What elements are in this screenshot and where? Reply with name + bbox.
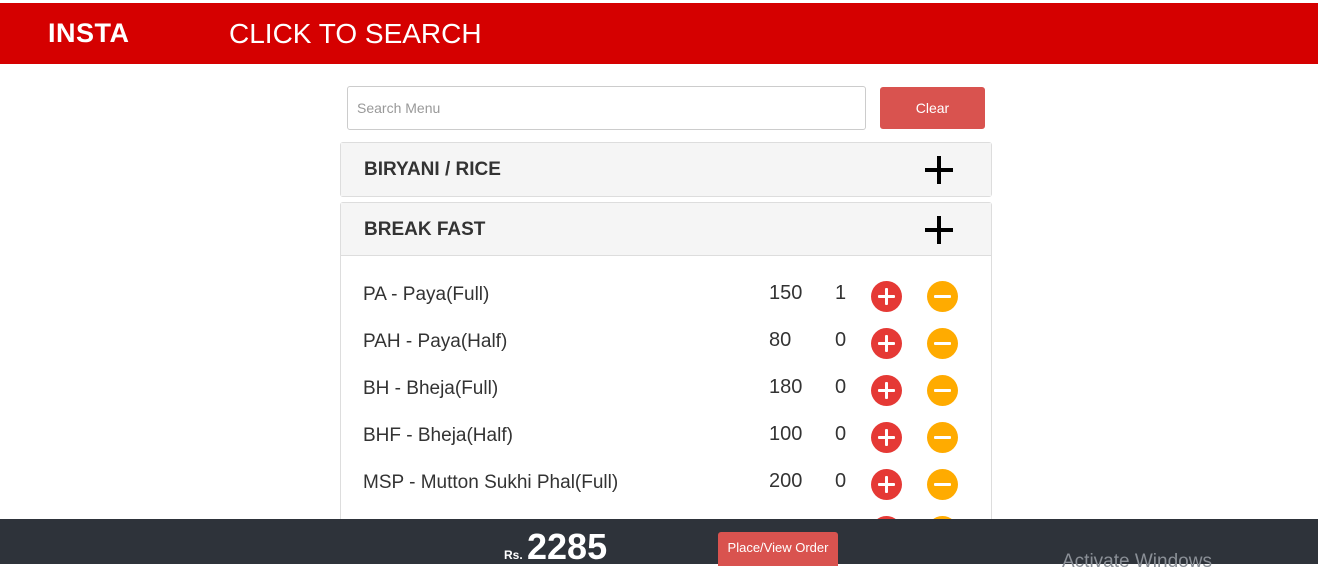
remove-item-minus-icon[interactable] xyxy=(927,328,958,359)
remove-item-minus-icon[interactable] xyxy=(927,422,958,453)
brand-logo[interactable]: INSTA xyxy=(48,3,130,64)
category-header[interactable]: BREAK FAST xyxy=(341,203,991,256)
item-price: 150 xyxy=(769,282,803,304)
item-price: 200 xyxy=(769,470,803,492)
remove-item-minus-icon[interactable] xyxy=(927,375,958,406)
menu-item-row: PA - Paya(Full) 150 1 xyxy=(341,276,991,316)
add-item-plus-icon[interactable] xyxy=(871,328,902,359)
item-quantity: 0 xyxy=(835,423,847,445)
item-name: BH - Bheja(Full) xyxy=(363,378,499,399)
category-panel-biryani-rice: BIRYANI / RICE xyxy=(340,142,992,197)
place-view-order-button[interactable]: Place/View Order xyxy=(718,532,838,566)
menu-item-row: BH - Bheja(Full) 180 0 xyxy=(341,370,991,410)
order-total: 2285 xyxy=(527,526,608,567)
item-quantity: 0 xyxy=(835,376,847,398)
item-quantity: 0 xyxy=(835,470,847,492)
category-title: BREAK FAST xyxy=(364,219,486,240)
item-name: PAH - Paya(Half) xyxy=(363,331,508,352)
activate-windows-watermark: Activate Windows xyxy=(1062,551,1212,572)
item-price: 80 xyxy=(769,329,792,351)
category-panel-break-fast: BREAK FAST PA - Paya(Full) 150 1 PAH - P… xyxy=(340,202,992,547)
category-header[interactable]: BIRYANI / RICE xyxy=(341,143,991,196)
item-name: MSP - Mutton Sukhi Phal(Full) xyxy=(363,472,619,493)
add-item-plus-icon[interactable] xyxy=(871,375,902,406)
item-price: 100 xyxy=(769,423,803,445)
currency-label: Rs. xyxy=(504,548,523,562)
menu-item-row: PAH - Paya(Half) 80 0 xyxy=(341,323,991,363)
remove-item-minus-icon[interactable] xyxy=(927,281,958,312)
order-footer-bar: Rs. 2285 Place/View Order Activate Windo… xyxy=(0,519,1318,572)
item-quantity: 0 xyxy=(835,329,847,351)
item-name: PA - Paya(Full) xyxy=(363,284,490,305)
menu-item-row: MSP - Mutton Sukhi Phal(Full) 200 0 xyxy=(341,464,991,504)
category-title: BIRYANI / RICE xyxy=(364,159,501,180)
item-quantity: 1 xyxy=(835,282,847,304)
click-to-search-link[interactable]: CLICK TO SEARCH xyxy=(229,3,482,64)
clear-button[interactable]: Clear xyxy=(880,87,985,129)
add-item-plus-icon[interactable] xyxy=(871,422,902,453)
top-navbar: INSTA CLICK TO SEARCH xyxy=(0,3,1318,64)
item-price: 180 xyxy=(769,376,803,398)
item-name: BHF - Bheja(Half) xyxy=(363,425,513,446)
search-menu-input[interactable] xyxy=(347,86,866,130)
remove-item-minus-icon[interactable] xyxy=(927,469,958,500)
expand-plus-icon[interactable] xyxy=(925,216,953,244)
menu-item-row: BHF - Bheja(Half) 100 0 xyxy=(341,417,991,457)
expand-plus-icon[interactable] xyxy=(925,156,953,184)
add-item-plus-icon[interactable] xyxy=(871,469,902,500)
add-item-plus-icon[interactable] xyxy=(871,281,902,312)
